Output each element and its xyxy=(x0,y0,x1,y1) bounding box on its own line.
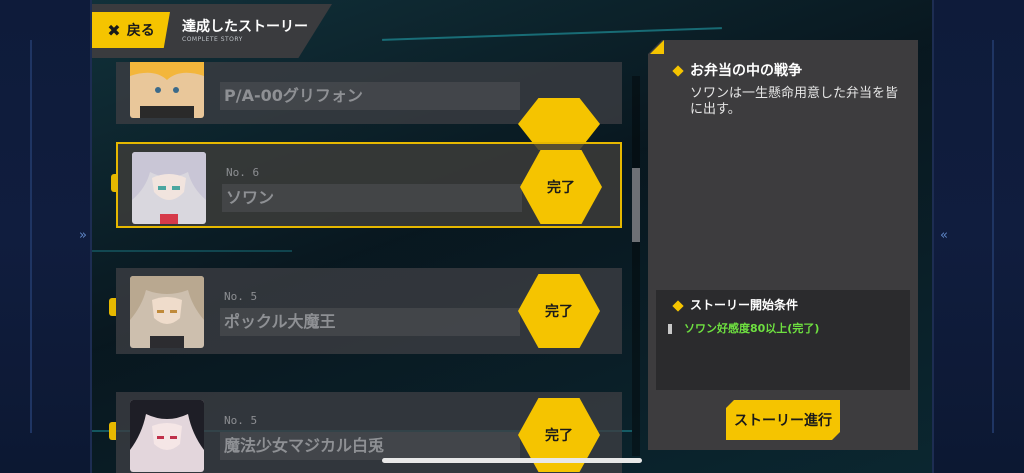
condition-heading-text: ストーリー開始条件 xyxy=(690,298,799,312)
right-frame: « xyxy=(932,0,1024,473)
condition-item: ソワン好感度80以上(完了) xyxy=(668,320,819,336)
story-title: お弁当の中の戦争 xyxy=(672,60,802,80)
story-number: No. 6 xyxy=(226,166,260,179)
condition-item-text: ソワン好感度80以上(完了) xyxy=(684,322,820,335)
complete-badge[interactable]: 完了 xyxy=(520,150,602,224)
page-subtitle: COMPLETE STORY xyxy=(182,36,243,43)
complete-badge[interactable]: 完了 xyxy=(518,274,600,348)
story-character-name: ポックル大魔王 xyxy=(220,308,520,336)
complete-label: 完了 xyxy=(547,180,575,196)
complete-label: 完了 xyxy=(545,304,573,320)
diamond-icon xyxy=(672,299,684,312)
double-chevron-left-icon: « xyxy=(940,228,948,243)
story-list[interactable]: P/A-00グリフォン No. 6 ソワン 完了 No. 5 ポックル大魔王 完… xyxy=(92,62,642,473)
frame-rail xyxy=(30,40,32,433)
close-icon: ✖ xyxy=(107,20,121,40)
character-portrait xyxy=(130,276,204,348)
neon-line xyxy=(382,27,722,41)
story-card-selected[interactable]: No. 6 ソワン 完了 xyxy=(111,142,622,228)
diamond-icon xyxy=(672,65,684,77)
scrollbar-thumb[interactable] xyxy=(632,168,640,242)
selection-tab xyxy=(109,298,116,316)
character-portrait xyxy=(130,400,204,472)
scrollbar-track[interactable] xyxy=(632,76,640,456)
back-label: 戻る xyxy=(126,23,155,39)
complete-label: 完了 xyxy=(545,428,573,444)
story-title-text: お弁当の中の戦争 xyxy=(690,63,802,79)
condition-heading: ストーリー開始条件 xyxy=(672,296,799,313)
character-portrait xyxy=(130,62,204,118)
bullet-bar-icon xyxy=(668,324,672,334)
story-number: No. 5 xyxy=(224,414,258,427)
story-character-name: 魔法少女マジカル白兎 xyxy=(220,432,520,460)
frame-rail xyxy=(992,40,994,433)
story-card[interactable]: P/A-00グリフォン xyxy=(116,62,622,150)
proceed-label: ストーリー進行 xyxy=(734,413,832,429)
story-description: ソワンは一生懸命用意した弁当を皆に出す。 xyxy=(690,86,899,117)
story-character-name: P/A-00グリフォン xyxy=(220,82,520,110)
story-number: No. 5 xyxy=(224,290,258,303)
back-button[interactable]: ✖ 戻る xyxy=(92,12,170,48)
story-proceed-button[interactable]: ストーリー進行 xyxy=(726,400,840,440)
story-card[interactable]: No. 5 ポックル大魔王 完了 xyxy=(109,268,622,354)
story-character-name: ソワン xyxy=(222,184,522,212)
selection-tab xyxy=(111,174,118,192)
double-chevron-right-icon: » xyxy=(79,228,87,243)
selection-tab xyxy=(109,422,116,440)
page-title: 達成したストーリー xyxy=(182,19,308,35)
home-indicator[interactable] xyxy=(382,458,642,463)
left-frame: » xyxy=(0,0,92,473)
character-portrait xyxy=(132,152,206,224)
